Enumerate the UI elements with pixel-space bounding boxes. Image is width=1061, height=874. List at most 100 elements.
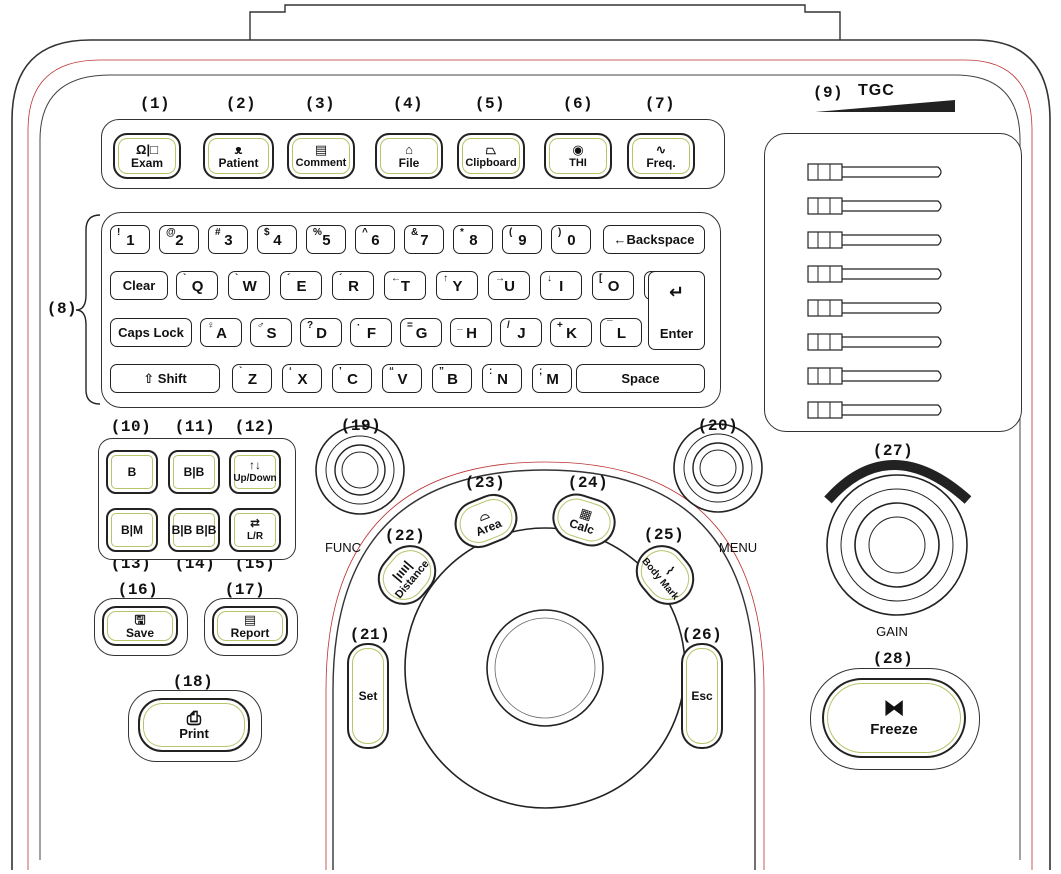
key-letter-a-char: A (216, 325, 227, 342)
thi-icon: ◉ (572, 141, 584, 157)
key-letter-j-shift-char: / (507, 320, 510, 331)
key-letter-j[interactable]: / J (500, 318, 542, 347)
key-letter-i[interactable]: ↓ I (540, 271, 582, 300)
key-letter-o-shift-char: [ (599, 273, 603, 284)
func-knob[interactable] (315, 425, 405, 515)
key-letter-d[interactable]: ? D (300, 318, 342, 347)
callout-19: (19) (340, 417, 382, 435)
callout-26: (26) (681, 626, 723, 644)
thi-button[interactable]: ◉ THI (544, 133, 612, 179)
key-letter-w[interactable]: ` W (228, 271, 270, 300)
key-digit-0[interactable]: ) 0 (551, 225, 591, 254)
key-letter-k[interactable]: + K (550, 318, 592, 347)
key-digit-7[interactable]: & 7 (404, 225, 444, 254)
key-letter-s-shift-char: ♂ (257, 320, 265, 331)
key-letter-r[interactable]: ´ R (332, 271, 374, 300)
clear-key[interactable]: Clear (110, 271, 168, 300)
enter-key[interactable]: ↵ Enter (648, 271, 705, 350)
file-label: File (398, 155, 420, 170)
key-letter-c[interactable]: ’ C (332, 364, 372, 393)
callout-5: (5) (474, 95, 506, 113)
key-digit-8[interactable]: * 8 (453, 225, 493, 254)
key-letter-s[interactable]: ♂ S (250, 318, 292, 347)
save-icon: 🖫 (134, 611, 146, 627)
key-letter-r-shift-char: ´ (339, 273, 343, 284)
patient-icon: ᴥ (234, 141, 243, 157)
key-digit-1-char: 1 (126, 232, 135, 249)
space-key[interactable]: Space (576, 364, 705, 393)
dual-b-mode-button[interactable]: B|B (168, 450, 220, 494)
tgc-slider-1[interactable] (806, 162, 946, 182)
key-letter-i-shift-char: ↓ (547, 273, 552, 284)
key-digit-9[interactable]: (9 (502, 225, 542, 254)
key-letter-u[interactable]: → U (488, 271, 530, 300)
clipboard-button[interactable]: ⏢ Clipboard (457, 133, 525, 179)
key-digit-2-char: 2 (175, 232, 184, 249)
key-digit-2[interactable]: @2 (159, 225, 199, 254)
tgc-slider-8[interactable] (806, 400, 946, 420)
key-letter-x-char: X (297, 371, 308, 388)
file-button[interactable]: ⌂ File (375, 133, 443, 179)
up-down-button[interactable]: ↑↓ Up/Down (229, 450, 281, 494)
caps-lock-key[interactable]: Caps Lock (110, 318, 192, 347)
file-icon: ⌂ (405, 141, 413, 157)
key-letter-m-shift-char: ; (539, 366, 543, 377)
trackball[interactable] (487, 610, 603, 726)
key-digit-6[interactable]: ^ 6 (355, 225, 395, 254)
bm-mode-button[interactable]: B|M (106, 508, 158, 552)
tgc-slider-2[interactable] (806, 196, 946, 216)
key-letter-h-shift-char: _ (457, 320, 463, 331)
key-letter-o[interactable]: [O (592, 271, 634, 300)
tgc-slider-5[interactable] (806, 298, 946, 318)
key-digit-3[interactable]: #3 (208, 225, 248, 254)
key-digit-4[interactable]: $4 (257, 225, 297, 254)
patient-button[interactable]: ᴥ Patient (203, 133, 274, 179)
print-button[interactable]: ⎙ Print (138, 698, 250, 752)
key-letter-m[interactable]: ; M (532, 364, 572, 393)
set-button[interactable]: Set (347, 643, 389, 749)
clipboard-icon: ⏢ (485, 141, 497, 157)
key-letter-q[interactable]: ` Q (176, 271, 218, 300)
esc-button[interactable]: Esc (681, 643, 723, 749)
key-letter-b[interactable]: ” B (432, 364, 472, 393)
key-letter-y[interactable]: ↑ Y (436, 271, 478, 300)
key-letter-z[interactable]: ` Z (232, 364, 272, 393)
key-digit-5[interactable]: % 5 (306, 225, 346, 254)
freq-button[interactable]: ∿ Freq. (627, 133, 695, 179)
callout-23: (23) (464, 474, 506, 492)
tgc-slider-3[interactable] (806, 230, 946, 250)
tgc-slider-4[interactable] (806, 264, 946, 284)
key-letter-e[interactable]: ´ E (280, 271, 322, 300)
quad-b-mode-button[interactable]: B|B B|B (168, 508, 220, 552)
save-button[interactable]: 🖫 Save (102, 606, 178, 646)
key-letter-l[interactable]: ¯ L (600, 318, 642, 347)
key-letter-g[interactable]: = G (400, 318, 442, 347)
tgc-slider-7[interactable] (806, 366, 946, 386)
left-right-label: L/R (246, 530, 264, 542)
key-digit-4-shift-char: $ (264, 227, 270, 238)
report-button[interactable]: ▤ Report (212, 606, 288, 646)
key-letter-a[interactable]: ♀ A (200, 318, 242, 347)
ultrasound-control-panel: (1) (2) (3) (4) (5) (6) (7) (8) (9) (10)… (0, 0, 1061, 874)
freeze-button[interactable]: ⧓ Freeze (822, 678, 966, 758)
backspace-key[interactable]: ←Backspace (603, 225, 705, 254)
b-mode-button[interactable]: B (106, 450, 158, 494)
gain-knob[interactable] (826, 474, 968, 616)
shift-key[interactable]: ⇧ Shift (110, 364, 220, 393)
key-digit-1-shift-char: ! (117, 227, 121, 238)
key-letter-x[interactable]: ‘X (282, 364, 322, 393)
callout-9: (9) (812, 84, 844, 102)
exam-button[interactable]: Ω|□ Exam (113, 133, 181, 179)
key-digit-0-shift-char: ) (558, 227, 562, 238)
key-letter-n[interactable]: :N (482, 364, 522, 393)
key-letter-f[interactable]: · F (350, 318, 392, 347)
key-letter-v[interactable]: “V (382, 364, 422, 393)
comment-button[interactable]: ▤ Comment (287, 133, 355, 179)
key-letter-h[interactable]: _ H (450, 318, 492, 347)
left-right-button[interactable]: ⇄ L/R (229, 508, 281, 552)
menu-knob[interactable] (673, 423, 763, 513)
key-digit-3-char: 3 (224, 232, 233, 249)
tgc-slider-6[interactable] (806, 332, 946, 352)
key-digit-1[interactable]: ! 1 (110, 225, 150, 254)
key-letter-t[interactable]: ← T (384, 271, 426, 300)
